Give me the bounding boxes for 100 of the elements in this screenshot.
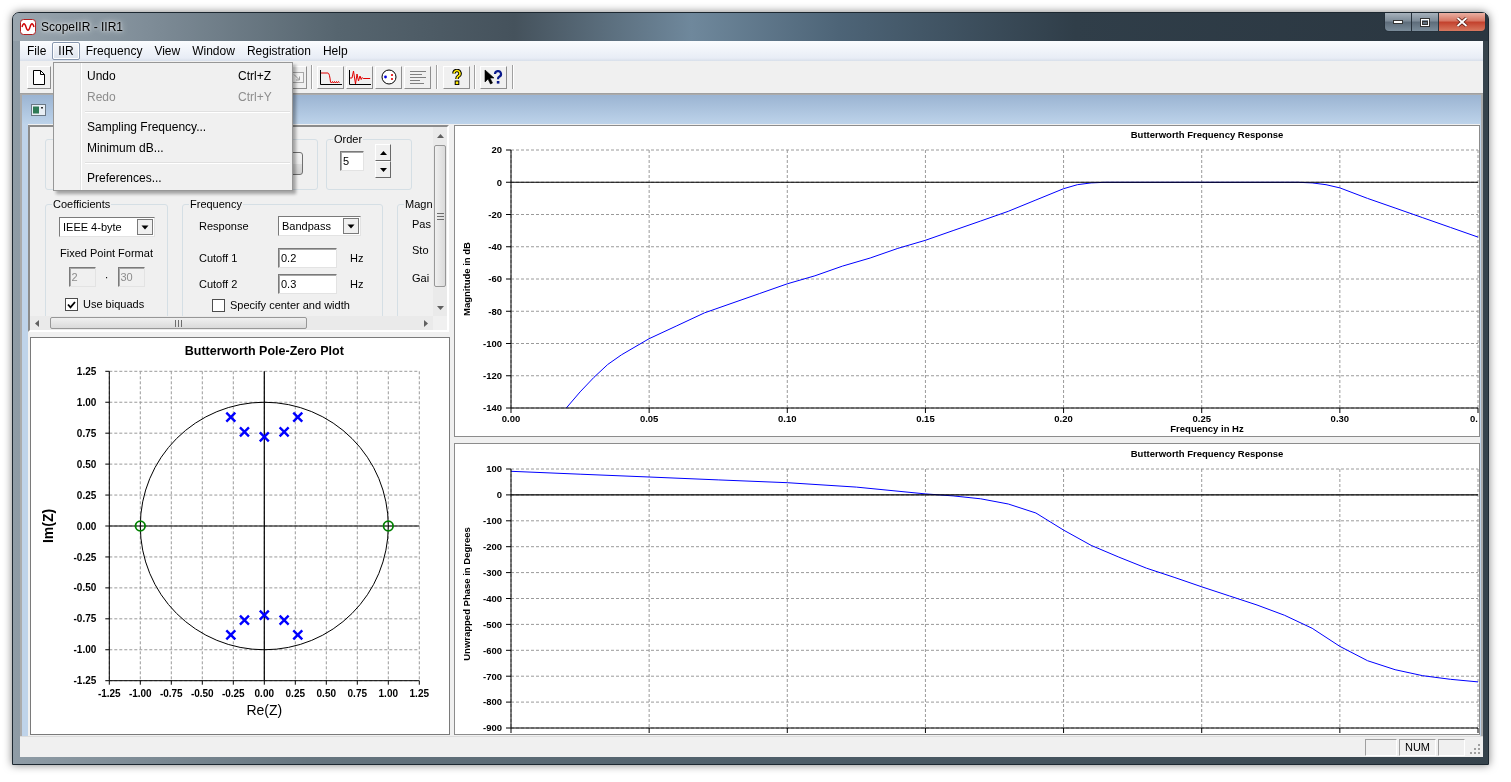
tick-label: -0.25 xyxy=(221,687,245,699)
tick-label: 0.05 xyxy=(639,413,659,424)
tick-label: 1.25 xyxy=(76,365,97,377)
right-arrow-icon[interactable] xyxy=(424,319,428,327)
tick-label: -120 xyxy=(483,370,502,382)
up-arrow-icon[interactable] xyxy=(436,133,444,138)
menu-item[interactable]: IIR xyxy=(52,42,80,60)
order-field[interactable]: 5 xyxy=(340,151,364,171)
tick-label: -0.25 xyxy=(73,551,97,563)
tick-label: 0.75 xyxy=(76,427,97,439)
tick-label: 20 xyxy=(491,144,502,156)
tick-label: -80 xyxy=(488,305,502,317)
tick-label: -1.25 xyxy=(97,687,121,699)
waveform-plot-icon xyxy=(348,69,371,85)
lines-icon xyxy=(409,70,426,84)
format-separator: · xyxy=(103,271,110,283)
tick-label: 0.50 xyxy=(316,687,337,699)
checkbox[interactable] xyxy=(212,299,225,312)
response-curve-icon xyxy=(319,69,342,85)
minimize-icon xyxy=(1393,20,1403,24)
tick-label: -100 xyxy=(483,337,502,349)
axis-title: Re(Z) xyxy=(246,702,283,718)
spin-down-button[interactable] xyxy=(375,161,391,178)
tick-label: -800 xyxy=(483,696,502,708)
tick-label: -0.75 xyxy=(73,613,97,625)
cutoff-field[interactable]: 0.3 xyxy=(278,274,337,294)
field-label: Cutoff 1 xyxy=(199,251,239,265)
tick-label: 0.10 xyxy=(778,413,797,424)
grip-icon xyxy=(436,212,444,220)
left-arrow-icon[interactable] xyxy=(35,319,39,327)
menu-item[interactable]: View xyxy=(148,42,187,60)
status-panel xyxy=(1438,738,1465,756)
tick-label: -900 xyxy=(483,722,502,734)
waveform-icon xyxy=(20,19,36,35)
toolbar-button[interactable] xyxy=(346,65,373,89)
size-grip-icon[interactable] xyxy=(1469,743,1481,755)
close-icon xyxy=(1456,17,1468,27)
tick-label: 0.15 xyxy=(916,413,935,424)
tick-label: 1.00 xyxy=(378,687,399,699)
cutoff-field[interactable]: 0.2 xyxy=(278,248,337,268)
menu-item[interactable]: Help xyxy=(316,42,354,60)
field-label: Pas xyxy=(411,218,431,231)
section-label: Fixed Point Format xyxy=(59,247,154,260)
format-dropdown[interactable]: IEEE 4-byte xyxy=(59,217,155,237)
toolbar-button[interactable] xyxy=(317,65,344,89)
tick-label: 0 xyxy=(496,489,502,501)
axis-title: Im(Z) xyxy=(40,508,56,544)
scrollbar-thumb[interactable] xyxy=(434,145,446,287)
num-lock-indicator: NUM xyxy=(1399,738,1436,756)
tick-label: 1.00 xyxy=(76,396,97,408)
window-icon xyxy=(31,103,46,116)
menu-item[interactable]: Preferences... xyxy=(56,167,290,188)
toolbar-button[interactable] xyxy=(480,65,507,89)
checkbox-label[interactable]: Use biquads xyxy=(83,298,145,311)
tick-label: -140 xyxy=(483,402,502,414)
scrollbar-thumb[interactable] xyxy=(50,317,307,329)
menu-item[interactable]: Window xyxy=(186,42,241,60)
status-panel xyxy=(1365,738,1397,756)
tick-label: 0.25 xyxy=(1192,413,1211,424)
menu-item[interactable]: Registration xyxy=(240,42,317,60)
group-label: Frequency xyxy=(189,198,243,211)
toolbar-button[interactable] xyxy=(375,65,402,89)
chart-title: Butterworth Pole-Zero Plot xyxy=(184,344,344,358)
checkbox-label[interactable]: Specify center and width xyxy=(230,299,350,312)
field-label: Sto xyxy=(411,244,429,257)
tick-label: -0.75 xyxy=(159,687,183,699)
tick-label: 0.00 xyxy=(76,520,97,532)
menu-item[interactable]: Minimum dB... xyxy=(56,137,290,158)
minimize-button[interactable] xyxy=(1385,13,1412,31)
checkbox[interactable] xyxy=(65,298,78,311)
window-title: ScopeIIR - IIR1 xyxy=(41,20,124,34)
tick-label: 0.25 xyxy=(76,489,97,501)
response-dropdown[interactable]: Bandpass xyxy=(278,216,361,236)
maximize-button[interactable] xyxy=(1412,13,1439,31)
tick-label: -1.00 xyxy=(73,644,97,656)
toolbar-button[interactable] xyxy=(27,65,51,89)
help-icon xyxy=(451,69,462,85)
menu-item[interactable]: Frequency xyxy=(79,42,149,60)
field-label: Response xyxy=(199,219,250,233)
tick-label: 0.50 xyxy=(76,458,97,470)
menu-item[interactable]: File xyxy=(21,42,53,60)
down-arrow-icon xyxy=(379,167,387,172)
tick-label: 0. xyxy=(1470,413,1478,424)
up-arrow-icon xyxy=(379,150,387,155)
spin-up-button[interactable] xyxy=(375,144,391,161)
unit-label: Hz xyxy=(350,252,364,264)
menu-item[interactable]: Undo Ctrl+Z xyxy=(56,65,290,86)
tick-label: -60 xyxy=(488,273,502,285)
down-arrow-icon[interactable] xyxy=(436,305,444,310)
menu-item[interactable]: Sampling Frequency... xyxy=(56,116,290,137)
axis-title: Unwrapped Phase in Degrees xyxy=(461,527,472,661)
tick-label: -1.25 xyxy=(73,675,97,687)
field-label: Gai xyxy=(411,272,430,285)
chart-title: Butterworth Frequency Response xyxy=(1130,129,1284,140)
close-button[interactable] xyxy=(1439,13,1485,31)
checkmark-icon xyxy=(67,300,76,309)
grip-icon xyxy=(175,319,182,327)
toolbar-button[interactable] xyxy=(443,65,470,89)
tick-label: -0.50 xyxy=(190,687,214,699)
tick-label: -300 xyxy=(483,566,502,578)
